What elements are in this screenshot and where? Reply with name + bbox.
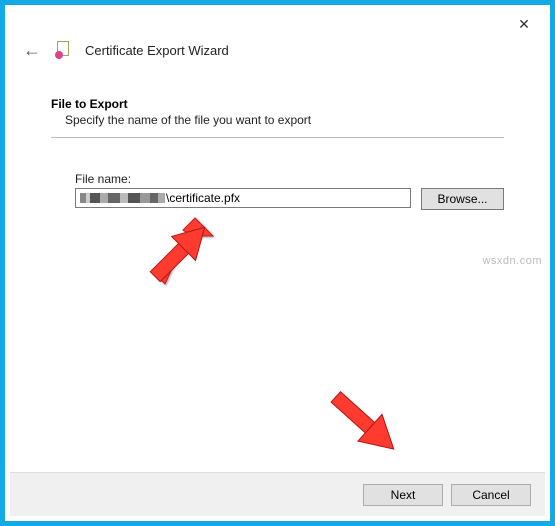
annotation-arrow-1 [133, 205, 228, 300]
file-field-block: File name: \certificate.pfx Browse... [51, 172, 504, 210]
section-subtitle: Specify the name of the file you want to… [51, 113, 504, 127]
wizard-header: ← Certificate Export Wizard [5, 35, 550, 69]
cancel-button[interactable]: Cancel [451, 484, 531, 506]
annotation-arrow-file-input [135, 208, 225, 298]
browse-button[interactable]: Browse... [421, 188, 504, 210]
file-name-input[interactable]: \certificate.pfx [75, 188, 411, 208]
section-title: File to Export [51, 97, 504, 111]
window-frame: ✕ ← Certificate Export Wizard File to Ex… [0, 0, 555, 526]
file-name-visible-text: \certificate.pfx [166, 191, 240, 205]
wizard-footer: Next Cancel [10, 472, 545, 516]
file-name-label: File name: [75, 172, 504, 186]
certificate-icon [55, 41, 71, 59]
redacted-path-segment [80, 193, 165, 203]
annotation-arrow-2 [307, 365, 427, 485]
next-button[interactable]: Next [363, 484, 443, 506]
back-arrow-icon[interactable]: ← [23, 41, 41, 59]
wizard-content: File to Export Specify the name of the f… [5, 69, 550, 210]
wizard-title: Certificate Export Wizard [85, 43, 229, 58]
watermark-text: wsxdn.com [482, 255, 542, 267]
section-divider [51, 137, 504, 138]
close-button[interactable]: ✕ [504, 11, 544, 37]
titlebar: ✕ [5, 5, 550, 35]
